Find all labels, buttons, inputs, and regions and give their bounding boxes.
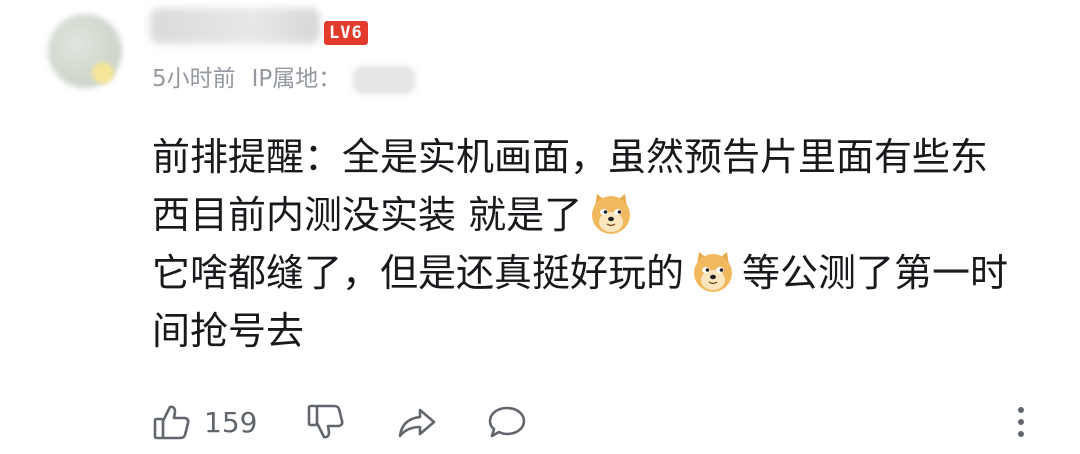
ip-location-label: IP属地：	[251, 66, 342, 92]
more-vertical-icon	[1014, 402, 1028, 442]
doge-emoji	[690, 248, 736, 294]
share-button[interactable]	[396, 396, 438, 448]
dislike-button[interactable]	[306, 396, 346, 448]
comment-actions: 159	[152, 396, 1042, 448]
content-line: 西目前内测没实装 就是了	[152, 186, 1042, 244]
ip-location-blurred	[353, 65, 416, 94]
content-line: 它啥都缝了，但是还真挺好玩的 等公测了第一时	[152, 244, 1042, 302]
username-blurred[interactable]	[150, 8, 320, 44]
comment-time: 5小时前	[152, 66, 236, 92]
share-icon	[396, 402, 438, 442]
content-text: 等公测了第一时	[742, 251, 1009, 295]
content-line: 间抢号去	[152, 302, 1042, 360]
like-button[interactable]: 159	[152, 396, 257, 448]
thumbs-down-icon	[306, 402, 346, 442]
like-count: 159	[204, 405, 258, 439]
doge-emoji	[588, 190, 634, 236]
comment-content: 前排提醒：全是实机画面，虽然预告片里面有些东 西目前内测没实装 就是了 它啥都缝…	[152, 128, 1042, 360]
reply-icon	[486, 402, 528, 442]
level-badge: LV6	[324, 21, 368, 45]
thumbs-up-icon	[152, 402, 192, 442]
comment-meta: 5小时前 IP属地：	[152, 62, 416, 96]
more-options-button[interactable]	[1014, 396, 1028, 448]
content-text: 间抢号去	[152, 309, 305, 353]
content-text: 前排提醒：全是实机画面，虽然预告片里面有些东	[152, 135, 989, 179]
content-line: 前排提醒：全是实机画面，虽然预告片里面有些东	[152, 128, 1042, 186]
avatar-pendant	[92, 62, 114, 84]
content-text: 它啥都缝了，但是还真挺好玩的	[152, 251, 685, 295]
content-text: 西目前内测没实装 就是了	[152, 193, 583, 237]
reply-button[interactable]	[486, 396, 528, 448]
